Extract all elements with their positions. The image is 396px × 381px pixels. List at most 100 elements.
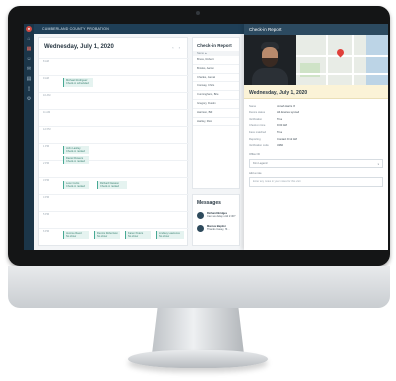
hour-row: 1 PM [39, 143, 189, 148]
field-key: Name [249, 104, 257, 108]
calendar-event[interactable]: Daniel Flowers Check-in ranked [63, 156, 89, 164]
app-title: CUMBERLAND COUNTY PROBATION [42, 27, 109, 31]
hour-label: 8 AM [43, 60, 49, 63]
calendar-event[interactable]: Michael Rodriguez Check-in scheduled [63, 78, 93, 87]
hour-label: 9 AM [43, 77, 49, 80]
calendar-date-title: Wednesday, July 1, 2020 [44, 44, 114, 50]
messages-title: Messages [197, 200, 221, 206]
checkin-list-title: Check-in Report [197, 43, 232, 48]
field-value: Contact 9:12 AM [277, 137, 297, 141]
home-icon[interactable]: ⌂ [27, 37, 30, 42]
chart-icon[interactable]: ▤ [27, 77, 32, 82]
hour-row: 11 AM [39, 109, 189, 114]
message-icon[interactable]: ✉ [27, 67, 31, 72]
hour-label: 10 AM [43, 94, 51, 97]
calendar-event[interactable]: Karen Peters No show [125, 231, 151, 239]
message-item[interactable]: Richard Bridges Can we delay until 2:30? [193, 209, 239, 222]
field-key: Reporting [249, 137, 261, 141]
report-field: Device status All devices synced [249, 110, 383, 117]
list-item[interactable]: Harrison, Bill [193, 109, 239, 118]
calendar-card: Wednesday, July 1, 2020 ‹ › 8 AM 9 AM 10… [38, 37, 189, 246]
avatar [197, 225, 204, 232]
message-text: Richard Bridges Can we delay until 2:30? [207, 212, 235, 219]
hour-row: 4 PM [39, 194, 189, 199]
calendar-icon[interactable]: ▦ [27, 47, 32, 52]
avatar [197, 212, 204, 219]
officer-select[interactable]: Kim Legend ▾ [249, 159, 383, 169]
sidebar: ● ⌂ ▦ ☺ ✉ ▤ ▯ ⚙ [24, 24, 34, 250]
list-item[interactable]: Bruce, Robert [193, 56, 239, 65]
list-item[interactable]: Cunningham, Brie [193, 91, 239, 100]
webcam [196, 11, 200, 15]
list-item[interactable]: Gregory, Dustin [193, 100, 239, 109]
calendar-nav-arrows[interactable]: ‹ › [172, 45, 182, 50]
message-item[interactable]: Marcus Baptist Thanks Casey, I'll… [193, 222, 239, 235]
hour-row: 12 PM [39, 126, 189, 131]
list-item[interactable]: Conway, Chris [193, 82, 239, 92]
note-label: Add a note [249, 172, 262, 176]
screen: CUMBERLAND COUNTY PROBATION ● ⌂ ▦ ☺ ✉ ▤ … [24, 24, 388, 250]
report-field: Face matched True [249, 129, 383, 136]
field-key: Verification [249, 117, 263, 121]
calendar-event[interactable]: Leon Curtis Check-in ranked [63, 181, 89, 189]
monitor-chin [8, 266, 390, 308]
hour-row: 9 AM [39, 75, 189, 80]
hour-row: 3 PM [39, 177, 189, 182]
calendar-event[interactable]: Richard Dawson Check-in ranked [97, 181, 127, 189]
checkin-photo[interactable] [244, 35, 296, 85]
list-item[interactable]: Hartley, Rico [193, 118, 239, 127]
hour-label: 1 PM [43, 145, 50, 148]
field-key: Verification code [249, 144, 269, 148]
field-value: 9:00 AM [277, 124, 287, 128]
report-field: Check-in time 9:00 AM [249, 123, 383, 130]
calendar-event[interactable]: Dennis Robertson No show [94, 231, 120, 239]
checkin-report-panel: Check-in Report Wednesday, July 1, 2020 … [244, 24, 388, 250]
hour-row: 8 AM [39, 58, 189, 63]
officer-select-value: Kim Legend [253, 162, 268, 166]
hour-row: 5 PM [39, 211, 189, 216]
message-preview: Can we delay until 2:30? [207, 215, 236, 219]
chevron-down-icon: ▾ [377, 163, 379, 167]
logo-icon[interactable]: ● [26, 26, 32, 32]
calendar-event[interactable]: Jerome Reed No show [63, 231, 89, 239]
hour-label: 11 AM [43, 111, 51, 114]
messages-card: Messages Richard Bridges Can we delay un… [192, 194, 240, 246]
list-item[interactable]: Brooks, Aaron [193, 65, 239, 74]
report-fields: Name Jonah Harris ☑ Device status All devi… [244, 99, 388, 149]
calendar-event[interactable]: Lindsey Lawrence No show [156, 231, 184, 239]
people-icon[interactable]: ☺ [26, 57, 31, 62]
report-header: Check-in Report [244, 24, 388, 35]
calendar-event[interactable]: John Lastley Check-in ranked [63, 146, 89, 154]
note-input[interactable]: Enter any notes in your notes for this v… [249, 177, 383, 188]
location-map[interactable] [296, 35, 388, 85]
message-preview: Thanks Casey, I'll… [207, 228, 230, 232]
officer-select-label: Officer ID [249, 153, 260, 157]
hour-label: 12 PM [43, 128, 51, 131]
field-value: All devices synced [277, 111, 300, 115]
hour-row: 10 AM [39, 92, 189, 97]
report-date: Wednesday, July 1, 2020 [244, 85, 388, 99]
monitor-stand-neck [152, 308, 244, 354]
settings-icon[interactable]: ⚙ [27, 97, 31, 102]
report-field: Reporting Contact 9:12 AM [249, 136, 383, 143]
field-value: True [277, 130, 283, 134]
document-icon[interactable]: ▯ [28, 87, 31, 92]
field-key: Face matched [249, 130, 267, 134]
hour-label: 2 PM [43, 162, 50, 165]
monitor-stand-foot [128, 350, 268, 368]
hour-row: 2 PM [39, 160, 189, 165]
report-field: Name Jonah Harris ☑ [249, 103, 383, 110]
hour-label: 3 PM [43, 179, 50, 182]
checkin-list-card: Check-in Report Name ▲ Bruce, Robert Bro… [192, 37, 240, 189]
hour-label: 6 PM [43, 230, 50, 233]
hour-row: 6 PM [39, 228, 189, 233]
report-field: Verification True [249, 116, 383, 123]
report-field: Verification code 4382 [249, 143, 383, 150]
field-value: True [277, 117, 283, 121]
field-value: 4382 [277, 144, 283, 148]
list-item[interactable]: Charles, Jamal [193, 74, 239, 83]
hour-label: 4 PM [43, 196, 50, 199]
field-value: Jonah Harris ☑ [277, 104, 296, 108]
report-media [244, 35, 388, 85]
field-key: Device status [249, 111, 266, 115]
